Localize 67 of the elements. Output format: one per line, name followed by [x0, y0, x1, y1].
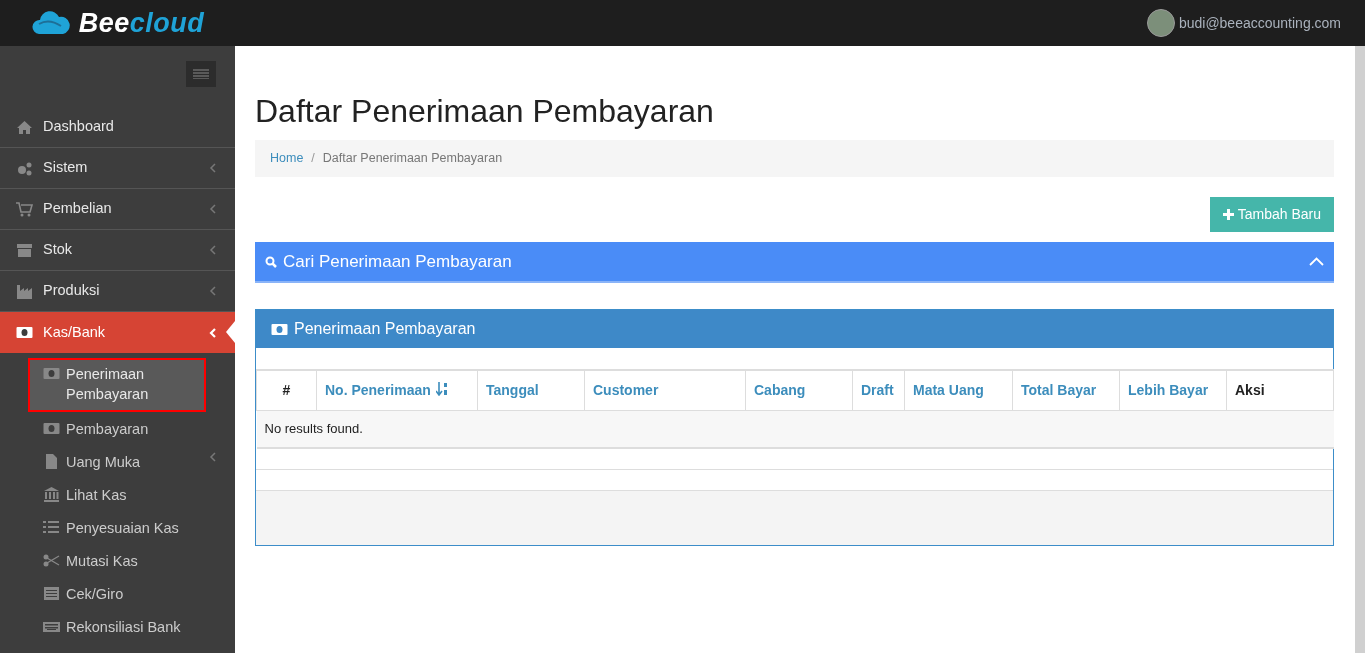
bank-building-icon: [43, 487, 60, 502]
search-icon: [265, 255, 277, 268]
document-icon: [43, 454, 60, 469]
submenu-item-label: Mutasi Kas: [66, 552, 138, 571]
sidebar-item[interactable]: Stok: [0, 230, 235, 271]
sidebar-item[interactable]: Sistem: [0, 148, 235, 189]
empty-message: No results found.: [256, 410, 1334, 448]
sidebar-item-label: Kas/Bank: [43, 322, 106, 342]
sort-descending-icon[interactable]: [435, 382, 448, 397]
keyboard-icon: [43, 619, 60, 634]
numbered-list-icon: [43, 520, 60, 535]
chevron-left-icon: [209, 452, 217, 462]
cloud-logo-icon: [30, 10, 71, 36]
banknote-icon: [271, 321, 288, 337]
chevron-left-icon: [209, 204, 217, 214]
chevron-left-icon: [209, 163, 217, 173]
sidebar-item[interactable]: Kas/Bank: [0, 312, 235, 353]
submenu-item[interactable]: Penerimaan Pembayaran: [28, 358, 206, 412]
banknote-icon: [16, 325, 33, 340]
submenu-item[interactable]: Pembayaran: [0, 413, 235, 446]
archive-box-icon: [16, 242, 33, 258]
breadcrumb-link[interactable]: Home: [270, 149, 304, 169]
menu-toggle-button[interactable]: [186, 61, 216, 87]
submenu-item-label: Cek/Giro: [66, 585, 124, 604]
sidebar-item-label: Produksi: [43, 281, 100, 301]
house-icon: [16, 119, 33, 135]
chevron-left-icon: [209, 245, 217, 255]
submenu-item-label: Penerimaan Pembayaran: [66, 365, 150, 404]
brand-logo-text[interactable]: Beecloud: [78, 2, 205, 44]
list-icon: [43, 586, 60, 601]
settings-icon: [16, 160, 33, 176]
chevron-left-icon: [209, 286, 217, 296]
submenu-item[interactable]: Rekonsiliasi Bank: [0, 611, 235, 644]
cart-icon: [16, 201, 33, 217]
submenu-item-label: Rekonsiliasi Bank: [66, 618, 181, 637]
search-panel-title: Cari Penerimaan Pembayaran: [283, 250, 512, 273]
submenu-item[interactable]: Mutasi Kas: [0, 545, 235, 578]
chevron-left-icon: [209, 327, 217, 338]
sidebar-item[interactable]: Dashboard: [0, 107, 235, 148]
submenu-item-label: Pembayaran: [66, 420, 149, 439]
sidebar-item[interactable]: Pembelian: [0, 189, 235, 230]
page-title: Daftar Penerimaan Pembayaran: [255, 92, 715, 131]
submenu-item[interactable]: Penyesuaian Kas: [0, 512, 235, 545]
sidebar-item-label: Sistem: [43, 158, 88, 178]
sidebar-item-label: Stok: [43, 240, 72, 260]
user-email[interactable]: budi@beeaccounting.com: [1178, 12, 1341, 34]
user-avatar[interactable]: [1146, 9, 1175, 37]
sidebar-item-label: Dashboard: [43, 117, 114, 137]
submenu-item-label: Lihat Kas: [66, 486, 127, 505]
scissors-icon: [43, 553, 60, 568]
chevron-up-icon[interactable]: [1309, 257, 1324, 267]
submenu-item[interactable]: Cek/Giro: [0, 578, 235, 611]
breadcrumb-current: Daftar Penerimaan Pembayaran: [322, 150, 503, 168]
sidebar-item-label: Pembelian: [43, 199, 112, 219]
table-panel-title: Penerimaan Pembayaran: [294, 319, 476, 340]
factory-icon: [16, 283, 33, 299]
plus-icon: [1222, 209, 1234, 221]
banknote-icon: [43, 366, 60, 381]
submenu-item[interactable]: Uang Muka: [0, 446, 235, 479]
menu-icon: [193, 69, 209, 79]
scrollbar-track[interactable]: [1355, 46, 1365, 653]
submenu-item-label: Penyesuaian Kas: [66, 519, 179, 538]
submenu-item-label: Uang Muka: [66, 453, 141, 472]
banknote-icon: [43, 421, 60, 436]
active-pointer-icon: [226, 321, 235, 343]
breadcrumb-separator: /: [310, 150, 316, 168]
submenu-item[interactable]: Lihat Kas: [0, 479, 235, 512]
